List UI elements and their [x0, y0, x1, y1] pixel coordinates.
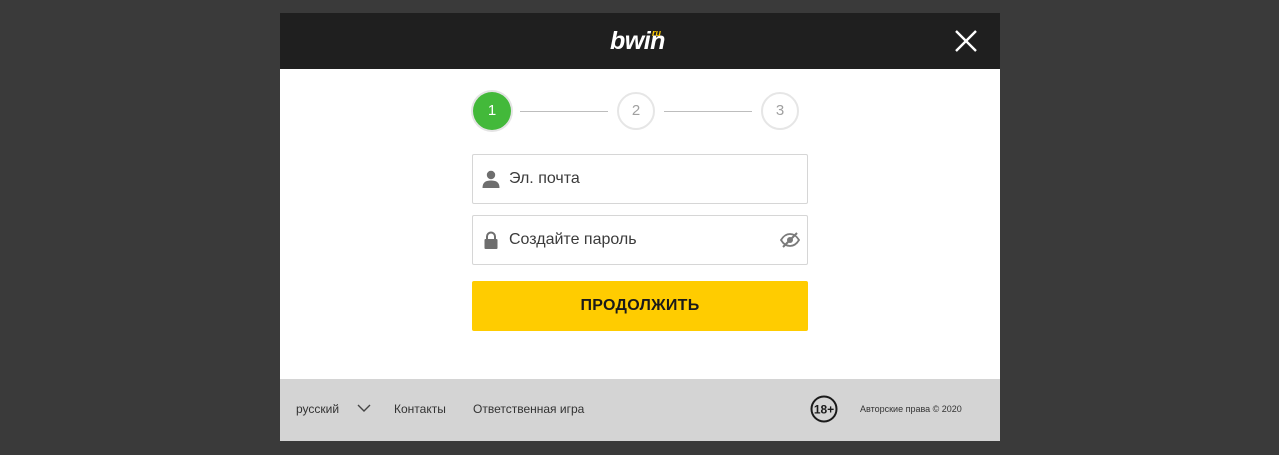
lock-icon [484, 231, 498, 249]
step-3: 3 [761, 92, 799, 130]
eye-off-icon[interactable] [780, 231, 800, 249]
password-field [472, 215, 808, 265]
step-connector [664, 111, 752, 112]
continue-button[interactable]: ПРОДОЛЖИТЬ [472, 281, 808, 331]
contacts-link[interactable]: Контакты [394, 401, 446, 417]
logo-suffix: ru [652, 28, 661, 38]
close-button[interactable] [952, 27, 980, 55]
step-connector [520, 111, 608, 112]
step-1: 1 [473, 92, 511, 130]
chevron-down-icon[interactable] [357, 404, 371, 413]
modal-footer: русский Контакты Ответственная игра 18+ … [280, 379, 1000, 441]
age-18-badge-icon: 18+ [810, 395, 838, 423]
step-2: 2 [617, 92, 655, 130]
registration-modal: bwin ru 1 2 3 ПРОДОЛ [280, 13, 1000, 441]
svg-text:18+: 18+ [814, 403, 834, 417]
close-icon [955, 30, 977, 52]
copyright-text: Авторские права © 2020 [860, 404, 962, 414]
password-input[interactable] [509, 216, 769, 264]
user-icon [482, 170, 500, 188]
email-field [472, 154, 808, 204]
responsible-gaming-link[interactable]: Ответственная игра [473, 401, 584, 417]
modal-header: bwin ru [280, 13, 1000, 69]
email-input[interactable] [509, 155, 769, 203]
language-selector[interactable]: русский [296, 401, 339, 417]
